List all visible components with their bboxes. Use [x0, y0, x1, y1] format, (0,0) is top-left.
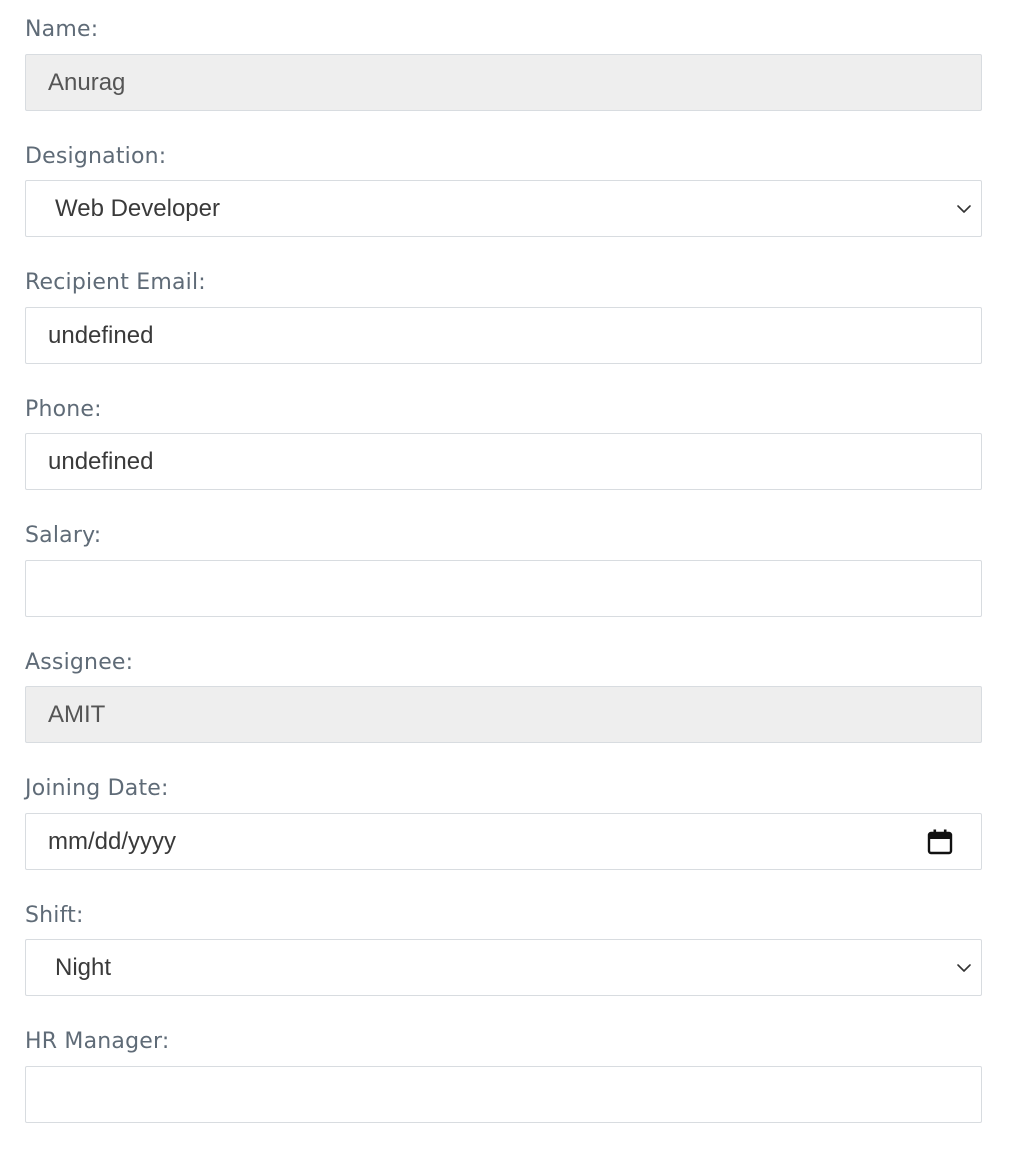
joining-date-placeholder: mm/dd/yyyy	[48, 827, 177, 855]
designation-select[interactable]: Web Developer	[25, 180, 982, 237]
phone-field[interactable]: undefined	[25, 433, 982, 490]
name-value: Anurag	[48, 68, 126, 96]
joining-date-field[interactable]: mm/dd/yyyy	[25, 813, 982, 870]
recipient-email-value: undefined	[48, 321, 154, 349]
recipient-email-field[interactable]: undefined	[25, 307, 982, 364]
assignee-field[interactable]: AMIT	[25, 686, 982, 743]
designation-selected-value: Web Developer	[55, 194, 220, 222]
assignee-value: AMIT	[48, 700, 106, 728]
assignee-label: Assignee:	[25, 650, 134, 675]
name-field[interactable]: Anurag	[25, 54, 982, 111]
phone-value: undefined	[48, 447, 154, 475]
hr-manager-field[interactable]	[25, 1066, 982, 1123]
calendar-icon[interactable]	[927, 828, 953, 856]
recipient-email-label: Recipient Email:	[25, 270, 206, 295]
shift-label: Shift:	[25, 903, 84, 928]
chevron-down-icon	[957, 963, 971, 972]
salary-label: Salary:	[25, 523, 102, 548]
shift-selected-value: Night	[55, 953, 112, 981]
name-label: Name:	[25, 17, 99, 42]
chevron-down-icon	[957, 204, 971, 213]
hr-manager-label: HR Manager:	[25, 1029, 170, 1054]
joining-date-label: Joining Date:	[25, 776, 169, 801]
salary-field[interactable]	[25, 560, 982, 617]
shift-select[interactable]: Night	[25, 939, 982, 996]
employee-form: Name: Anurag Designation: Web Developer …	[0, 0, 1023, 1172]
phone-label: Phone:	[25, 397, 102, 422]
designation-label: Designation:	[25, 144, 167, 169]
